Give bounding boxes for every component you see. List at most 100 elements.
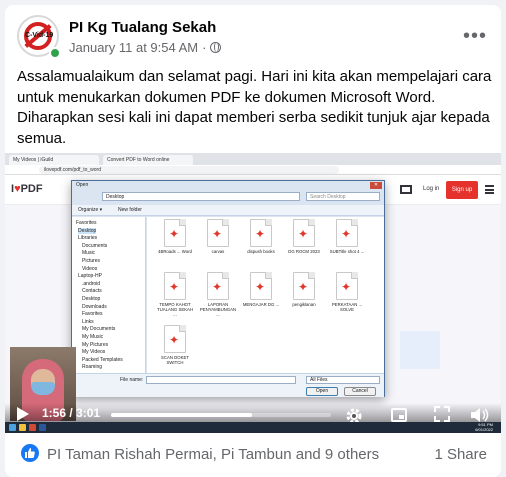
play-icon[interactable] [17, 407, 29, 421]
video-progress-fill [111, 413, 252, 417]
more-options-button[interactable]: ••• [463, 25, 487, 48]
file-name-input[interactable] [146, 376, 296, 384]
tree-item[interactable]: My Music [82, 334, 103, 340]
login-link[interactable]: Log in [423, 186, 439, 192]
pdf-file-item[interactable]: TEMPO KAHOT TUALANG SEKAH ... [155, 272, 195, 322]
logo-pdf: PDF [20, 183, 43, 195]
post-footer: PI Taman Rishah Permai, Pi Tambun and 9 … [5, 433, 501, 477]
shares-count[interactable]: 1 Share [434, 446, 487, 463]
cancel-button[interactable]: Cancel [344, 387, 376, 396]
word-icon[interactable] [39, 424, 46, 431]
file-label: MENGAJAR DG ... [242, 302, 280, 307]
video-player[interactable]: My Videos | iGuild Convert PDF to Word o… [5, 153, 501, 433]
dialog-path-field[interactable]: Desktop [102, 192, 300, 201]
ilovepdf-logo[interactable]: I♥PDF [11, 183, 43, 195]
pdf-file-icon [293, 219, 315, 247]
url-field[interactable]: ilovepdf.com/pdf_to_word [39, 166, 339, 174]
pdf-file-icon [207, 219, 229, 247]
start-icon[interactable] [9, 424, 16, 431]
tree-item[interactable]: Desktop [82, 296, 100, 302]
tree-item[interactable]: Music [82, 250, 95, 256]
dialog-nav-tree: Favorites Desktop Libraries Documents Music P… [72, 217, 146, 373]
pdf-file-item[interactable]: 4BRoads ... Word [155, 219, 195, 269]
file-name-label: File name: [120, 377, 144, 383]
clock-date: 6/01/2022 [475, 426, 493, 432]
desktop-icon[interactable] [400, 185, 412, 194]
open-button[interactable]: Open [306, 387, 338, 396]
post-header: C-Vid-19 PI Kg Tualang Sekah January 11 … [17, 15, 489, 61]
tree-item[interactable]: Favorites [82, 311, 103, 317]
pdf-file-item[interactable]: SCAN DOKET SWITCH [155, 325, 195, 373]
volume-icon[interactable] [470, 407, 490, 423]
pdf-file-item[interactable]: dispush books [241, 219, 281, 269]
pdf-file-icon [164, 272, 186, 300]
post-card: C-Vid-19 PI Kg Tualang Sekah January 11 … [5, 5, 501, 477]
file-label: TEMPO KAHOT TUALANG SEKAH ... [156, 302, 194, 317]
online-status-dot [49, 47, 61, 59]
tree-item[interactable]: Pictures [82, 258, 100, 264]
pdf-file-icon [207, 272, 229, 300]
globe-icon[interactable] [210, 42, 222, 53]
post-meta: January 11 at 9:54 AM · [69, 40, 222, 55]
browser-tab[interactable]: My Videos | iGuild [9, 155, 99, 165]
post-text: Assalamualaikum dan selamat pagi. Hari i… [17, 68, 492, 147]
taskbar-clock: 9:51 PM 6/01/2022 [475, 422, 493, 432]
signup-button[interactable]: Sign up [446, 181, 478, 199]
file-label: pengiklanan [292, 302, 316, 307]
browser-icon[interactable] [29, 424, 36, 431]
video-time: 1:56 / 3:01 [42, 406, 101, 420]
dialog-title: Open [76, 182, 89, 188]
file-label: LAPORAN PENYAMBUNGAN ... [199, 302, 237, 317]
tree-item[interactable]: Videos [82, 266, 97, 272]
explorer-icon[interactable] [19, 424, 26, 431]
pdf-file-item[interactable]: MENGAJAR DG ... [241, 272, 281, 322]
pdf-file-item[interactable]: DG ROCM 2023 [284, 219, 324, 269]
picture-in-picture-icon[interactable] [391, 408, 407, 422]
like-reaction-icon[interactable] [21, 444, 39, 462]
meta-separator: · [202, 40, 207, 55]
page-name-link[interactable]: PI Kg Tualang Sekah [69, 19, 216, 36]
tree-item[interactable]: Downloads [82, 304, 107, 310]
pdf-file-icon [250, 219, 272, 247]
ad-banner [400, 331, 440, 369]
fullscreen-icon[interactable] [434, 406, 450, 422]
tree-item[interactable]: My Documents [82, 326, 115, 332]
tree-item[interactable]: My Pictures [82, 342, 108, 348]
pdf-file-item[interactable]: PERKATAAN ... SOLVE [327, 272, 367, 322]
file-label: PERKATAAN ... SOLVE [331, 302, 363, 312]
file-type-select[interactable]: All Files [306, 376, 380, 384]
browser-tab-active[interactable]: Convert PDF to Word online [103, 155, 193, 165]
pdf-file-item[interactable]: LAPORAN PENYAMBUNGAN ... [198, 272, 238, 322]
pdf-file-item[interactable]: carvas [198, 219, 238, 269]
windows-taskbar: 9:51 PM 6/01/2022 [5, 422, 501, 433]
hamburger-menu-icon[interactable] [485, 185, 494, 194]
file-label: SCAN DOKET SWITCH [161, 355, 189, 365]
tree-item[interactable]: Documents [82, 243, 107, 249]
tree-item[interactable]: Laptop-HP [78, 273, 102, 279]
close-icon[interactable]: ✕ [370, 182, 382, 189]
pdf-file-icon [336, 219, 358, 247]
pdf-file-icon [336, 272, 358, 300]
browser-tab-strip: My Videos | iGuild Convert PDF to Word o… [5, 153, 501, 165]
pdf-file-item[interactable]: SUBTitle shot 4 ... [327, 219, 367, 269]
dialog-search-field[interactable]: Search Desktop [306, 192, 380, 201]
pdf-file-item[interactable]: pengiklanan [284, 272, 324, 322]
tree-item[interactable]: Roaming [82, 364, 102, 370]
reactions-summary[interactable]: PI Taman Rishah Permai, Pi Tambun and 9 … [47, 446, 379, 463]
tree-item[interactable]: Packed Templates [82, 357, 123, 363]
tree-item[interactable]: Libraries [78, 235, 97, 241]
tree-item[interactable]: .android [82, 281, 100, 287]
tree-item[interactable]: My Videos [82, 349, 105, 355]
dialog-bottom-bar: File name: All Files Open Cancel [72, 373, 384, 397]
dialog-file-grid: 4BRoads ... Word carvas dispush books DG RO… [147, 217, 384, 373]
tree-item[interactable]: Contacts [82, 288, 102, 294]
post-timestamp[interactable]: January 11 at 9:54 AM [69, 40, 198, 55]
pdf-file-icon [293, 272, 315, 300]
open-file-dialog: Open ✕ Desktop Search Desktop Organize ▾… [71, 180, 385, 397]
tree-item[interactable]: Desktop [78, 227, 97, 234]
organize-button[interactable]: Organize ▾ [78, 207, 102, 213]
tree-item[interactable]: Favorites [76, 220, 97, 226]
new-folder-button[interactable]: New folder [118, 207, 142, 213]
tree-item[interactable]: Links [82, 319, 94, 325]
file-label: dispush books [247, 249, 275, 254]
